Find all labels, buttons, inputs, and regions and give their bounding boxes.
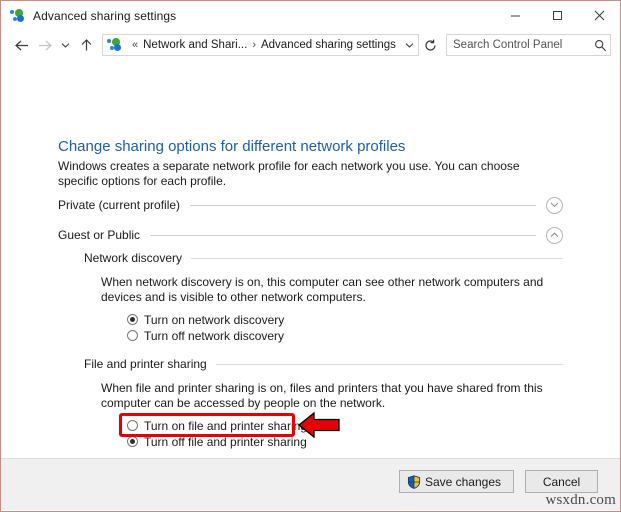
- divider-line: [150, 234, 536, 236]
- uac-shield-icon: [407, 474, 421, 489]
- radio-label: Turn on file and printer sharing: [144, 418, 307, 433]
- divider-line: [215, 363, 563, 365]
- radio-indicator[interactable]: [127, 330, 138, 341]
- cancel-label: Cancel: [542, 474, 581, 489]
- up-arrow-icon[interactable]: [74, 33, 98, 57]
- dialog-footer: Save changes Cancel wsxdn.com: [1, 458, 620, 510]
- close-icon[interactable]: [578, 1, 620, 30]
- annotation-arrow-icon: [297, 409, 341, 441]
- navigation-bar: « Network and Shari... › Advanced sharin…: [1, 30, 620, 60]
- file-printer-sharing-description: When file and printer sharing is on, fil…: [101, 381, 543, 410]
- refresh-icon[interactable]: [420, 34, 440, 56]
- chevron-up-icon[interactable]: [546, 226, 563, 244]
- network-sharing-icon: [10, 8, 26, 24]
- radio-indicator[interactable]: [127, 314, 138, 325]
- breadcrumb-item-advanced-sharing-settings[interactable]: Advanced sharing settings: [261, 39, 396, 51]
- maximize-icon[interactable]: [536, 1, 578, 30]
- window-controls: [494, 1, 620, 30]
- window-title: Advanced sharing settings: [33, 8, 177, 23]
- content-pane: Change sharing options for different net…: [1, 60, 620, 458]
- page-description: Windows creates a separate network profi…: [58, 159, 520, 188]
- breadcrumb-separator-icon: ›: [252, 39, 256, 51]
- radio-label: Turn off network discovery: [144, 328, 285, 343]
- divider-line: [190, 204, 536, 206]
- recent-locations-chevron-down-icon[interactable]: [57, 33, 74, 57]
- network-discovery-description: When network discovery is on, this compu…: [101, 275, 544, 304]
- radio-turn-off-network-discovery[interactable]: Turn off network discovery: [127, 328, 284, 343]
- subsection-header-network-discovery: Network discovery: [84, 250, 563, 266]
- search-icon[interactable]: [590, 35, 610, 55]
- footer-button-group: Save changes Cancel: [398, 470, 598, 493]
- address-chevron-down-icon[interactable]: [400, 35, 418, 55]
- radio-turn-on-network-discovery[interactable]: Turn on network discovery: [127, 312, 284, 327]
- address-network-sharing-icon: [107, 37, 123, 53]
- radio-label: Turn off file and printer sharing: [144, 434, 307, 449]
- profile-section-guest-or-public[interactable]: Guest or Public: [58, 226, 563, 244]
- radio-indicator[interactable]: [127, 436, 138, 447]
- breadcrumb-item-network-and-sharing[interactable]: Network and Shari...: [143, 39, 247, 51]
- breadcrumb-prefix: «: [132, 39, 139, 51]
- minimize-icon[interactable]: [494, 1, 536, 30]
- profile-label-private: Private (current profile): [58, 198, 181, 212]
- subsection-title: File and printer sharing: [84, 357, 207, 371]
- radio-turn-off-file-and-printer-sharing[interactable]: Turn off file and printer sharing: [127, 434, 307, 449]
- page-title: Change sharing options for different net…: [58, 138, 406, 155]
- profile-section-private[interactable]: Private (current profile): [58, 196, 563, 214]
- search-input[interactable]: [447, 39, 590, 51]
- subsection-title: Network discovery: [84, 251, 183, 265]
- profile-label-guest-or-public: Guest or Public: [58, 228, 141, 242]
- subsection-header-file-and-printer-sharing: File and printer sharing: [84, 356, 563, 372]
- radio-turn-on-file-and-printer-sharing[interactable]: Turn on file and printer sharing: [127, 418, 307, 433]
- save-changes-label: Save changes: [424, 474, 501, 489]
- radio-label: Turn on network discovery: [144, 312, 285, 327]
- address-bar[interactable]: « Network and Shari... › Advanced sharin…: [102, 34, 419, 56]
- forward-arrow-icon[interactable]: [33, 33, 57, 57]
- advanced-sharing-settings-window: Advanced sharing settings « Network and …: [0, 0, 621, 512]
- search-box[interactable]: [446, 34, 611, 56]
- radio-indicator[interactable]: [127, 420, 138, 431]
- chevron-down-icon[interactable]: [546, 196, 563, 214]
- cancel-button[interactable]: Cancel: [525, 470, 598, 493]
- back-arrow-icon[interactable]: [9, 33, 33, 57]
- watermark: wsxdn.com: [545, 492, 616, 508]
- divider-line: [191, 257, 563, 259]
- title-bar: Advanced sharing settings: [1, 1, 620, 30]
- save-changes-button[interactable]: Save changes: [398, 470, 514, 493]
